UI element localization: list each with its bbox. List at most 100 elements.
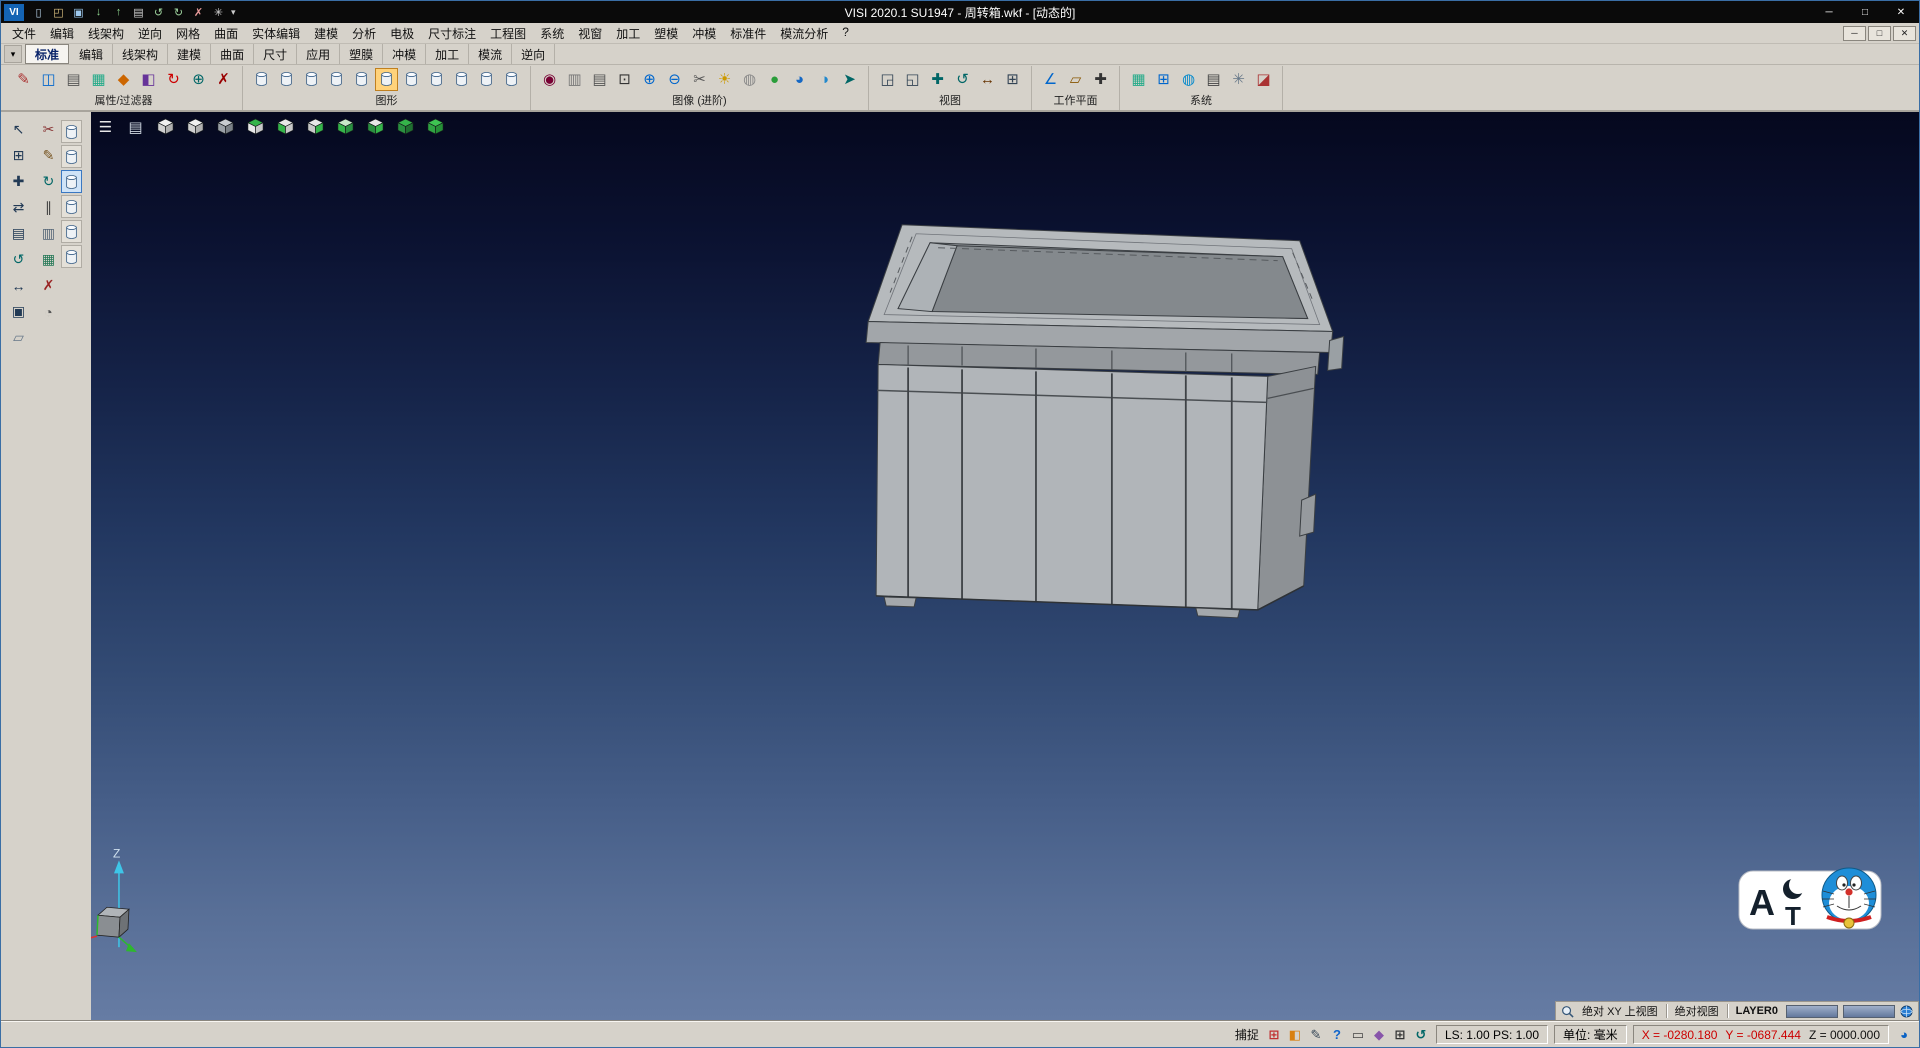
system-globe-icon[interactable]: ◍ [1177,68,1200,91]
menu-标准件[interactable]: 标准件 [723,23,773,44]
view-mode-label[interactable]: 绝对视图 [1672,1003,1722,1019]
menu-模流分析[interactable]: 模流分析 [773,23,835,44]
context-help-icon[interactable]: ? [1328,1026,1346,1044]
element-filter-icon[interactable]: ◆ [112,68,135,91]
ucs-indicator-icon[interactable]: ◆ [1370,1026,1388,1044]
view-shaded-icon[interactable] [213,114,238,139]
snap-settings-icon[interactable]: ⊞ [1265,1026,1283,1044]
half-shaded-sphere-icon[interactable]: ◑ [813,68,836,91]
tab-标准[interactable]: 标准 [25,44,69,64]
menu-系统[interactable]: 系统 [533,23,571,44]
zoom-in-render-icon[interactable]: ⊕ [638,68,661,91]
menu-实体编辑[interactable]: 实体编辑 [245,23,307,44]
snap-label[interactable]: 捕捉 [1235,1026,1259,1043]
sketch-icon[interactable]: ✎ [37,144,60,167]
ortho-mode-icon[interactable]: ◧ [1286,1026,1304,1044]
menu-电极[interactable]: 电极 [383,23,421,44]
tab-应用[interactable]: 应用 [297,44,340,64]
tab-尺寸[interactable]: 尺寸 [254,44,297,64]
notebook-icon[interactable]: ▥ [37,222,60,245]
pattern-settings-icon[interactable]: ✳ [1227,68,1250,91]
export-file-icon[interactable]: ↑ [109,4,128,21]
move-icon[interactable]: ✚ [7,170,30,193]
stamp-icon[interactable]: ▣ [7,300,30,323]
crate-model[interactable] [866,225,1343,618]
print-icon[interactable]: ▤ [129,4,148,21]
shaded-display-icon[interactable] [300,68,323,91]
menu-工程图[interactable]: 工程图 [483,23,533,44]
view-right-icon[interactable] [303,114,328,139]
keyboard-input-icon[interactable]: ▭ [1349,1026,1367,1044]
update-filter-icon[interactable]: ↻ [162,68,185,91]
scale-info[interactable]: LS: 1.00 PS: 1.00 [1436,1025,1548,1044]
grid-settings-icon[interactable]: ⊞ [1152,68,1175,91]
menu-建模[interactable]: 建模 [307,23,345,44]
tab-加工[interactable]: 加工 [426,44,469,64]
dual-display-icon[interactable] [400,68,423,91]
tab-塑膜[interactable]: 塑膜 [340,44,383,64]
snap-grid-icon[interactable]: ⊞ [7,144,30,167]
show-solids-icon[interactable] [61,145,82,168]
world-icon[interactable]: ◕ [1895,1026,1913,1044]
palette-icon[interactable]: ▦ [37,248,60,271]
redo-icon[interactable]: ↻ [169,4,188,21]
refresh-display-icon[interactable] [500,68,523,91]
rotate-icon[interactable]: ↻ [37,170,60,193]
show-surfaces-icon[interactable] [61,170,82,193]
refresh-icon[interactable]: ↺ [7,248,30,271]
units-indicator[interactable]: 单位: 毫米 [1554,1025,1627,1044]
tab-曲面[interactable]: 曲面 [211,44,254,64]
show-all-icon[interactable] [61,120,82,143]
analysis-sphere-icon[interactable]: ◕ [788,68,811,91]
tab-模流[interactable]: 模流 [469,44,512,64]
sketch-mode-icon[interactable]: ✎ [1307,1026,1325,1044]
wireframe-display-icon[interactable] [250,68,273,91]
box-display-icon[interactable] [450,68,473,91]
delete-icon[interactable]: ✗ [189,4,208,21]
globe-icon[interactable] [1900,1005,1913,1018]
animation-strip-icon[interactable]: ▤ [588,68,611,91]
hidden-line-display-icon[interactable] [275,68,298,91]
show-points-icon[interactable] [61,220,82,243]
workplane-free-icon[interactable]: ✚ [1089,68,1112,91]
lighting-icon[interactable]: ☀ [713,68,736,91]
tab-冲模[interactable]: 冲模 [383,44,426,64]
previous-view-icon[interactable]: ↔ [976,68,999,91]
layer-table-icon[interactable]: ▤ [1202,68,1225,91]
menu-编辑[interactable]: 编辑 [43,23,81,44]
doc-close-button[interactable]: ✕ [1893,26,1916,41]
view-isometric-icon[interactable] [153,114,178,139]
viewport-layout-icon[interactable]: ⊞ [1001,68,1024,91]
shaded-edges-display-icon[interactable] [325,68,348,91]
tab-逆向[interactable]: 逆向 [512,44,555,64]
save-document-icon[interactable]: ▣ [69,4,88,21]
menu-?[interactable]: ? [835,23,856,44]
select-arrow-icon[interactable]: ↖ [7,118,30,141]
clip-plane-icon[interactable]: ✂ [688,68,711,91]
zoom-all-icon[interactable]: ◲ [876,68,899,91]
maximize-button[interactable]: □ [1847,1,1883,23]
view-solid-icon[interactable] [423,114,448,139]
color-filter-icon[interactable]: ▦ [87,68,110,91]
menu-逆向[interactable]: 逆向 [131,23,169,44]
view-bottom-icon[interactable] [363,114,388,139]
open-document-icon[interactable]: ◰ [49,4,68,21]
doc-restore-button[interactable]: □ [1868,26,1891,41]
view-top-icon[interactable] [243,114,268,139]
screen-capture-icon[interactable]: ⊡ [613,68,636,91]
active-display-mode-icon[interactable] [375,68,398,91]
display-list-icon[interactable]: ▤ [123,114,148,139]
tabbar-dropdown-icon[interactable]: ▾ [4,45,22,63]
material-icon[interactable]: ◍ [738,68,761,91]
section-display-icon[interactable] [475,68,498,91]
tab-编辑[interactable]: 编辑 [70,44,113,64]
offset-icon[interactable]: ∥ [37,196,60,219]
menu-曲面[interactable]: 曲面 [207,23,245,44]
menu-加工[interactable]: 加工 [609,23,647,44]
measure-icon[interactable]: ↔ [7,274,30,297]
menu-尺寸标注[interactable]: 尺寸标注 [421,23,483,44]
show-hidden-icon[interactable] [61,245,82,268]
undo-icon[interactable]: ↺ [149,4,168,21]
reset-filter-icon[interactable]: ✗ [212,68,235,91]
render-pair-icon[interactable]: ▥ [563,68,586,91]
